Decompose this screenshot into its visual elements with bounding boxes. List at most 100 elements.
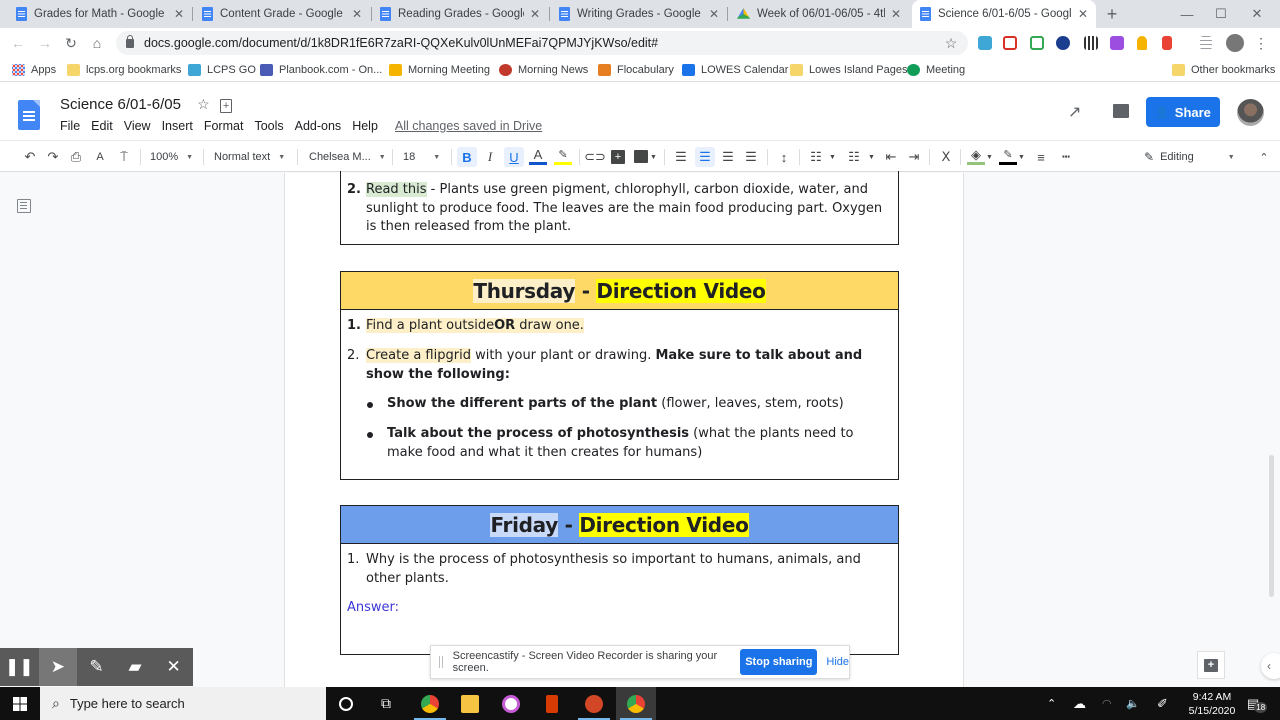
bookmark-planbook[interactable]: Planbook.com - On... — [260, 58, 382, 82]
taskbar-search[interactable]: ⌕ Type here to search — [40, 687, 326, 720]
wifi-icon[interactable]: ◠ — [1102, 687, 1112, 720]
side-panel-toggle[interactable]: ‹ — [1261, 653, 1280, 679]
browser-tab[interactable]: Reading Grades - Google Do ✕ — [372, 0, 548, 28]
browser-menu-icon[interactable]: ⋮ — [1252, 34, 1270, 52]
address-bar[interactable]: docs.google.com/document/d/1k8DR1fE6R7za… — [116, 31, 968, 55]
taskbar-chrome[interactable] — [410, 687, 450, 720]
bold-button[interactable]: B — [457, 147, 477, 167]
align-center-icon[interactable]: ☰ — [695, 147, 715, 167]
bulleted-list-icon[interactable]: ☷ — [846, 147, 862, 167]
increase-indent-icon[interactable]: ⇥ — [906, 147, 922, 167]
volume-icon[interactable]: 🔈 — [1126, 687, 1140, 720]
bookmark-lowes-calendar[interactable]: LOWES Calendar — [682, 58, 788, 82]
task-view-button[interactable]: ⧉ — [366, 687, 406, 720]
bookmark-star-icon[interactable]: ☆ — [942, 34, 960, 52]
bookmark-lcps-go[interactable]: LCPS GO — [188, 58, 256, 82]
close-tab-icon[interactable]: ✕ — [174, 7, 184, 21]
bookmark-apps[interactable]: Apps — [12, 58, 56, 82]
cursor-icon[interactable]: ➤ — [38, 648, 78, 686]
border-dash-icon[interactable]: ┅ — [1058, 147, 1074, 167]
taskbar-itunes[interactable] — [491, 687, 531, 720]
eraser-icon[interactable]: ▰ — [116, 648, 155, 686]
close-tab-icon[interactable]: ✕ — [352, 7, 362, 21]
taskbar-chrome-active[interactable] — [616, 687, 656, 720]
redo-icon[interactable]: ↷ — [45, 147, 61, 167]
undo-icon[interactable]: ↶ — [22, 147, 38, 167]
border-width-icon[interactable]: ≡ — [1033, 147, 1049, 167]
taskbar-powerpoint[interactable] — [574, 687, 614, 720]
action-center-button[interactable]: ▤ 18 — [1247, 687, 1268, 720]
start-button[interactable] — [0, 687, 40, 720]
paint-format-icon[interactable]: ⍑ — [116, 147, 132, 167]
forward-button[interactable]: → — [36, 34, 54, 52]
system-clock[interactable]: 9:42 AM 5/15/2020 — [1183, 690, 1241, 718]
pause-icon[interactable]: ❚❚ — [0, 648, 39, 686]
menu-file[interactable]: File — [60, 119, 80, 133]
align-left-icon[interactable]: ☰ — [673, 147, 689, 167]
text-color-button[interactable]: A — [529, 147, 547, 165]
font-select[interactable]: Chelsea M... ▼ — [309, 147, 386, 167]
highlight-color-button[interactable]: ✎ — [554, 147, 572, 165]
border-color-icon[interactable]: ✎ — [999, 147, 1017, 165]
reading-list-icon[interactable] — [1200, 36, 1212, 50]
menu-help[interactable]: Help — [352, 119, 378, 133]
chevron-down-icon[interactable]: ▼ — [868, 147, 875, 167]
back-button[interactable]: ← — [9, 34, 27, 52]
justify-icon[interactable]: ☰ — [743, 147, 759, 167]
align-right-icon[interactable]: ☰ — [720, 147, 736, 167]
menu-insert[interactable]: Insert — [162, 119, 193, 133]
cortana-button[interactable] — [326, 687, 366, 720]
zoom-select[interactable]: 100% ▼ — [150, 147, 193, 167]
docs-logo-icon[interactable] — [18, 100, 40, 130]
browser-tab-active[interactable]: Science 6/01-6/05 - Google ✕ — [912, 0, 1096, 28]
document-outline-icon[interactable] — [17, 199, 31, 213]
browser-tab[interactable]: Content Grade - Google Doc ✕ — [194, 0, 370, 28]
clear-formatting-icon[interactable]: Ⅹ — [938, 147, 954, 167]
vertical-scrollbar[interactable] — [1269, 455, 1274, 597]
account-avatar[interactable] — [1237, 99, 1264, 126]
paragraph-style-select[interactable]: Normal text ▼ — [214, 147, 285, 167]
menu-edit[interactable]: Edit — [91, 119, 113, 133]
hide-button[interactable]: Hide — [826, 656, 849, 668]
insert-image-icon[interactable] — [634, 150, 648, 163]
menu-view[interactable]: View — [124, 119, 151, 133]
home-button[interactable]: ⌂ — [88, 34, 106, 52]
print-icon[interactable]: ⎙ — [68, 147, 84, 167]
extension-icon[interactable] — [1056, 36, 1070, 50]
profile-avatar[interactable] — [1226, 34, 1244, 52]
bookmark-lcps-org[interactable]: lcps.org bookmarks — [67, 58, 181, 82]
pen-icon[interactable]: ✎ — [77, 648, 116, 686]
insert-link-icon[interactable]: ⊂⊃ — [584, 147, 606, 167]
extension-icon[interactable] — [1137, 36, 1147, 50]
grid-extension-icon[interactable] — [1084, 36, 1098, 50]
add-comment-icon[interactable]: + — [611, 150, 625, 164]
browser-tab[interactable]: Grades for Math - Google Do ✕ — [8, 0, 192, 28]
new-tab-button[interactable]: + — [1096, 0, 1128, 28]
reload-button[interactable]: ↻ — [62, 34, 80, 52]
extension-icon[interactable] — [978, 36, 992, 50]
close-tab-icon[interactable]: ✕ — [891, 7, 901, 21]
bookmark-lowes-island-pages[interactable]: Lowes Island Pages — [790, 58, 907, 82]
menu-format[interactable]: Format — [204, 119, 244, 133]
spellcheck-icon[interactable]: A — [92, 147, 108, 167]
save-status[interactable]: All changes saved in Drive — [395, 119, 542, 133]
close-icon[interactable]: ✕ — [154, 648, 193, 686]
pen-workspace-icon[interactable]: ✐ — [1157, 687, 1168, 720]
editing-mode-select[interactable]: ✎ Editing ▼ — [1144, 147, 1244, 167]
close-tab-icon[interactable]: ✕ — [530, 7, 540, 21]
background-color-icon[interactable]: ◈ — [967, 147, 985, 165]
browser-tab[interactable]: Writing Grades - Google Do ✕ — [551, 0, 727, 28]
answer-label[interactable]: Answer: — [347, 599, 892, 618]
decrease-indent-icon[interactable]: ⇤ — [883, 147, 899, 167]
bookmark-morning-meeting[interactable]: Morning Meeting — [389, 58, 490, 82]
bookmark-morning-news[interactable]: Morning News — [499, 58, 588, 82]
taskbar-file-explorer[interactable] — [450, 687, 490, 720]
chevron-down-icon[interactable]: ▼ — [1018, 147, 1025, 167]
close-window-button[interactable]: ✕ — [1234, 0, 1280, 28]
extension-icon[interactable] — [1162, 36, 1172, 50]
star-icon[interactable]: ☆ — [197, 96, 210, 112]
stop-sharing-button[interactable]: Stop sharing — [740, 649, 818, 675]
underline-button[interactable]: U — [504, 147, 524, 167]
extension-icon[interactable] — [1003, 36, 1017, 50]
menu-addons[interactable]: Add-ons — [295, 119, 342, 133]
